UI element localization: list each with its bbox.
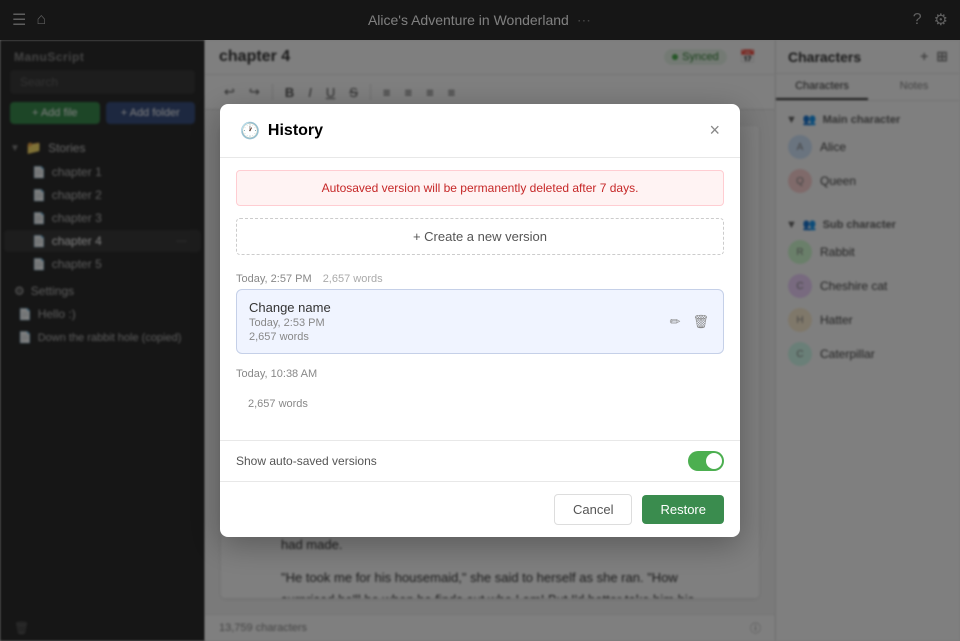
history-item-1-words: 2,657 words [249,331,331,343]
history-item-1[interactable]: Change name Today, 2:53 PM 2,657 words ✏… [236,289,724,354]
history-item-1-date: Today, 2:53 PM [249,317,331,329]
restore-button[interactable]: Restore [642,495,724,524]
modal-title: 🕐 History [240,121,323,141]
alert-text: Autosaved version will be permanently de… [322,181,639,195]
delete-history-button-2[interactable]: 🗑 [691,394,712,414]
group1-date: Today, 2:57 PM [236,273,312,285]
rename-history-button[interactable]: ✏ [668,312,683,332]
modal-footer: Cancel Restore [220,481,740,537]
history-icon: 🕐 [240,121,260,141]
modal-close-button[interactable]: × [709,120,720,141]
new-version-section: + Create a new version [236,218,724,255]
toggle-slider [688,451,724,471]
history-group-1: Today, 2:57 PM 2,657 words Change name T… [236,267,724,354]
modal-overlay[interactable]: 🕐 History × Autosaved version will be pe… [0,0,960,641]
history-list: Today, 2:57 PM 2,657 words Change name T… [220,267,740,440]
group1-words: 2,657 words [323,273,383,285]
history-modal: 🕐 History × Autosaved version will be pe… [220,104,740,537]
history-group-2: Today, 10:38 AM 2,657 words ✏ 🗑 [236,362,724,424]
history-title: History [268,122,323,140]
create-new-version-button[interactable]: + Create a new version [236,218,724,255]
history-group-date-2: Today, 10:38 AM [236,362,724,384]
history-item-2[interactable]: 2,657 words ✏ 🗑 [236,384,724,424]
group2-date: Today, 10:38 AM [236,368,317,380]
history-item-1-name: Change name [249,300,331,315]
history-item-1-actions: ✏ 🗑 [668,312,711,332]
history-item-2-info: 2,657 words [248,398,308,410]
rename-history-button-2[interactable]: ✏ [669,394,684,414]
modal-toggle-section: Show auto-saved versions [220,440,740,481]
new-version-label: + Create a new version [413,229,547,244]
modal-header: 🕐 History × [220,104,740,158]
history-item-2-words: 2,657 words [248,398,308,410]
auto-saved-toggle[interactable] [688,451,724,471]
history-item-1-info: Change name Today, 2:53 PM 2,657 words [249,300,331,343]
history-group-date-1: Today, 2:57 PM 2,657 words [236,267,724,289]
cancel-button[interactable]: Cancel [554,494,632,525]
toggle-label: Show auto-saved versions [236,454,377,468]
modal-alert: Autosaved version will be permanently de… [236,170,724,206]
delete-history-button[interactable]: 🗑 [690,312,711,332]
